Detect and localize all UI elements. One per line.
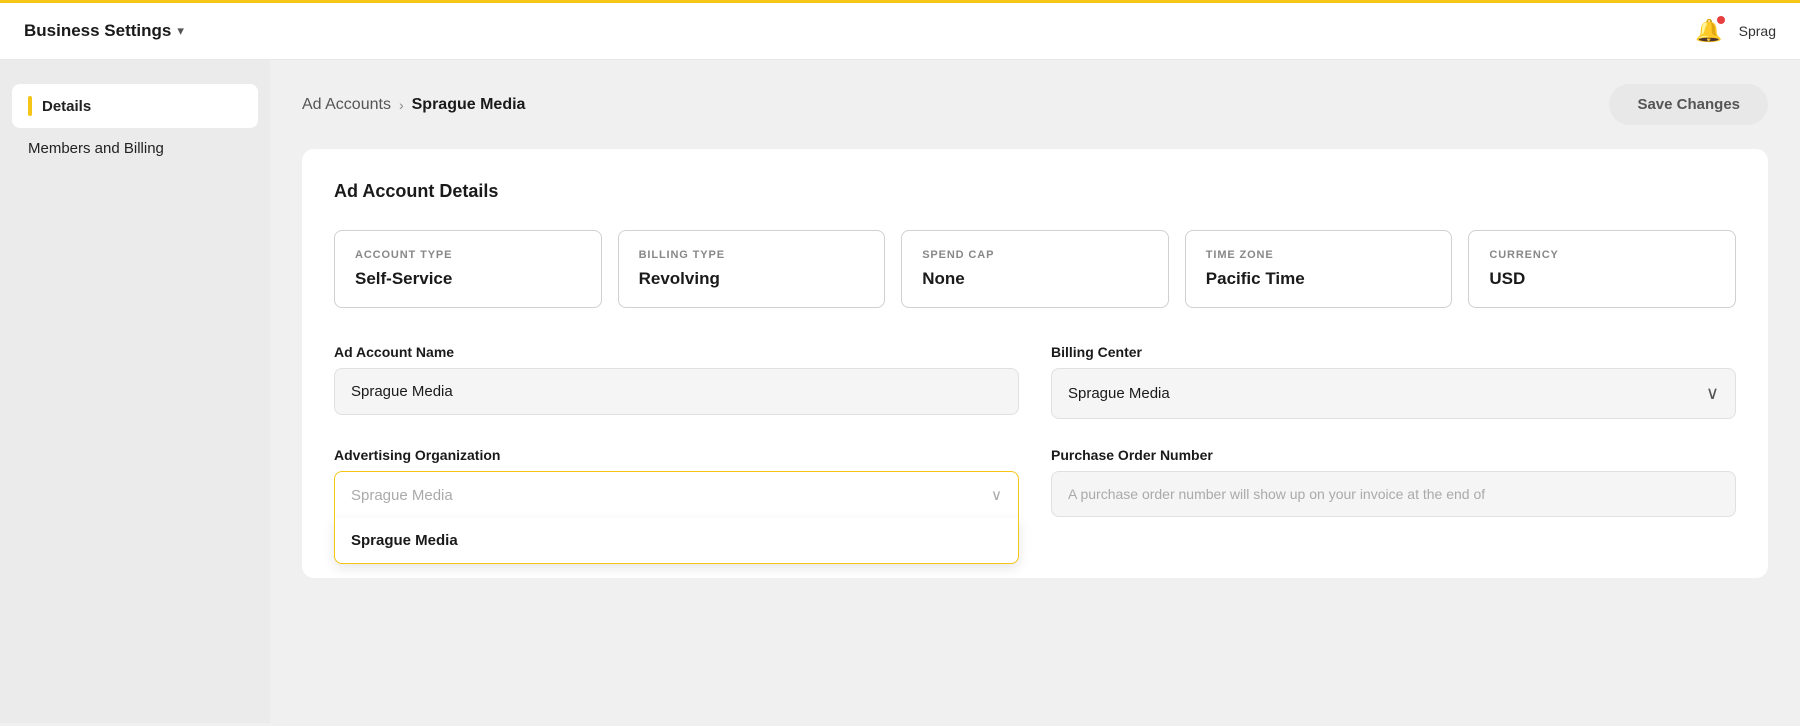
notification-icon[interactable]: 🔔 — [1695, 18, 1722, 44]
form-group-purchase-order: Purchase Order Number A purchase order n… — [1051, 447, 1736, 518]
stat-billing-type-label: BILLING TYPE — [639, 249, 865, 261]
ad-account-details-card: Ad Account Details ACCOUNT TYPE Self-Ser… — [302, 149, 1768, 578]
purchase-order-placeholder: A purchase order number will show up on … — [1068, 486, 1485, 502]
sidebar-item-members-billing[interactable]: Members and Billing — [12, 128, 258, 169]
stat-currency-value: USD — [1489, 269, 1715, 289]
save-changes-button[interactable]: Save Changes — [1609, 84, 1768, 125]
sidebar: Details Members and Billing — [0, 60, 270, 723]
advertising-org-label: Advertising Organization — [334, 447, 1019, 463]
stats-row: ACCOUNT TYPE Self-Service BILLING TYPE R… — [334, 230, 1736, 308]
form-group-advertising-org: Advertising Organization Sprague Media ∨… — [334, 447, 1019, 518]
sidebar-item-details[interactable]: Details — [12, 84, 258, 128]
card-title: Ad Account Details — [334, 181, 1736, 202]
active-indicator — [28, 96, 32, 116]
form-row-name-billing: Ad Account Name Billing Center Sprague M… — [334, 344, 1736, 419]
billing-center-label: Billing Center — [1051, 344, 1736, 360]
stat-time-zone-value: Pacific Time — [1206, 269, 1432, 289]
stat-currency: CURRENCY USD — [1468, 230, 1736, 308]
advertising-org-menu: Sprague Media — [334, 518, 1019, 564]
stat-account-type-value: Self-Service — [355, 269, 581, 289]
stat-billing-type-value: Revolving — [639, 269, 865, 289]
breadcrumb-link[interactable]: Ad Accounts — [302, 96, 391, 114]
stat-spend-cap-value: None — [922, 269, 1148, 289]
purchase-order-input[interactable]: A purchase order number will show up on … — [1051, 471, 1736, 517]
sidebar-item-members-billing-label: Members and Billing — [28, 140, 164, 157]
content-header: Ad Accounts › Sprague Media Save Changes — [302, 84, 1768, 125]
advertising-org-dropdown: Sprague Media ∨ Sprague Media — [334, 471, 1019, 518]
advertising-org-input[interactable]: Sprague Media ∨ — [334, 471, 1019, 518]
title-chevron-icon[interactable]: ▾ — [177, 23, 184, 39]
app-title[interactable]: Business Settings — [24, 21, 171, 41]
ad-account-name-label: Ad Account Name — [334, 344, 1019, 360]
breadcrumb-current: Sprague Media — [412, 96, 526, 114]
purchase-order-label: Purchase Order Number — [1051, 447, 1736, 463]
form-group-ad-account-name: Ad Account Name — [334, 344, 1019, 419]
billing-center-chevron-icon: ∨ — [1706, 383, 1719, 404]
stat-time-zone-label: TIME ZONE — [1206, 249, 1432, 261]
billing-center-value: Sprague Media — [1068, 385, 1170, 402]
dropdown-option-sprague-media[interactable]: Sprague Media — [335, 518, 1018, 563]
main-layout: Details Members and Billing Ad Accounts … — [0, 60, 1800, 723]
content-area: Ad Accounts › Sprague Media Save Changes… — [270, 60, 1800, 723]
stat-spend-cap-label: SPEND CAP — [922, 249, 1148, 261]
sidebar-item-details-label: Details — [42, 98, 91, 115]
breadcrumb-separator: › — [399, 97, 404, 113]
advertising-org-placeholder: Sprague Media — [351, 487, 453, 504]
topbar: Business Settings ▾ 🔔 Sprag — [0, 0, 1800, 60]
form-row-org-po: Advertising Organization Sprague Media ∨… — [334, 447, 1736, 518]
topbar-left: Business Settings ▾ — [24, 21, 184, 41]
billing-center-select[interactable]: Sprague Media ∨ — [1051, 368, 1736, 419]
notification-badge — [1717, 16, 1725, 24]
stat-currency-label: CURRENCY — [1489, 249, 1715, 261]
stat-spend-cap: SPEND CAP None — [901, 230, 1169, 308]
stat-account-type: ACCOUNT TYPE Self-Service — [334, 230, 602, 308]
breadcrumb: Ad Accounts › Sprague Media — [302, 96, 525, 114]
stat-account-type-label: ACCOUNT TYPE — [355, 249, 581, 261]
form-group-billing-center: Billing Center Sprague Media ∨ — [1051, 344, 1736, 419]
advertising-org-chevron-icon: ∨ — [991, 486, 1002, 504]
ad-account-name-input[interactable] — [334, 368, 1019, 415]
stat-billing-type: BILLING TYPE Revolving — [618, 230, 886, 308]
stat-time-zone: TIME ZONE Pacific Time — [1185, 230, 1453, 308]
user-name: Sprag — [1739, 23, 1776, 39]
topbar-right: 🔔 Sprag — [1695, 18, 1776, 44]
